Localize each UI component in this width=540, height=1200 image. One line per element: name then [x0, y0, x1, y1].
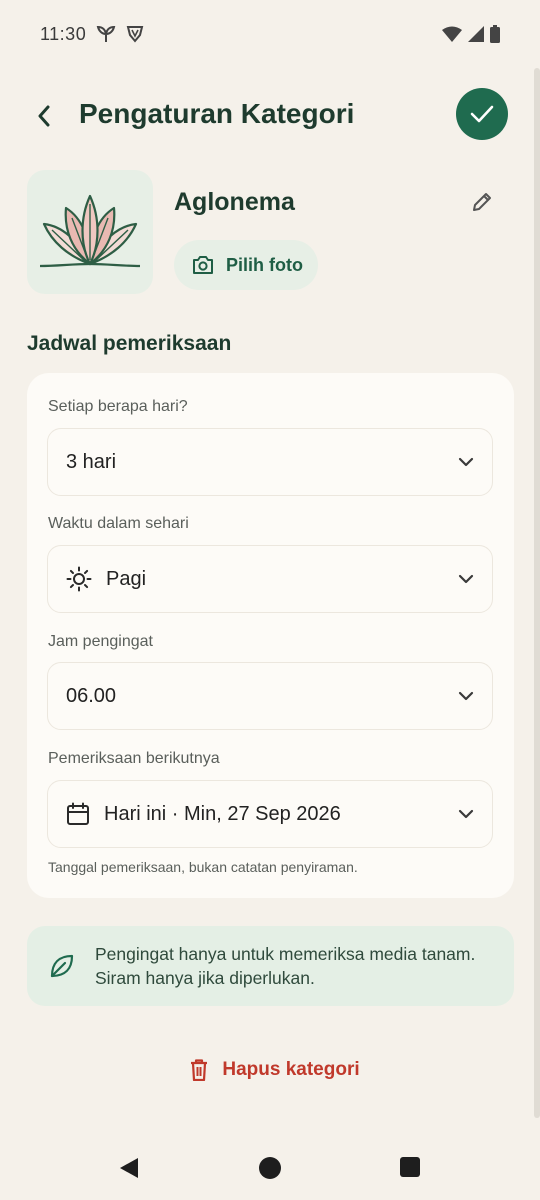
nav-home-icon[interactable] — [258, 1156, 282, 1180]
nav-back-icon[interactable] — [118, 1156, 140, 1180]
interval-dropdown[interactable]: 3 hari — [47, 428, 493, 496]
time-of-day-dropdown[interactable]: Pagi — [47, 545, 493, 613]
schedule-card: Setiap berapa hari? 3 hari Waktu dalam s… — [27, 373, 514, 898]
calendar-icon — [67, 802, 89, 825]
wifi-icon — [442, 26, 462, 42]
camera-icon — [193, 256, 213, 274]
battery-icon — [490, 25, 500, 43]
system-nav-bar — [0, 1134, 540, 1200]
info-banner: Pengingat hanya untuk memeriksa media ta… — [27, 926, 514, 1006]
leaf-icon — [50, 954, 74, 978]
info-line-1: Pengingat hanya untuk memeriksa media ta… — [95, 944, 476, 964]
chevron-down-icon — [458, 457, 474, 467]
chevron-down-icon — [458, 574, 474, 584]
helper-text: Tanggal pemeriksaan, bukan catatan penyi… — [48, 859, 358, 875]
check-icon — [470, 105, 494, 123]
info-text: Pengingat hanya untuk memeriksa media ta… — [95, 942, 475, 990]
interval-value: 3 hari — [66, 450, 117, 473]
app-bar: Pengaturan Kategori — [0, 88, 540, 144]
nav-recents-icon[interactable] — [399, 1156, 421, 1178]
time-of-day-label: Waktu dalam sehari — [48, 515, 189, 532]
next-check-dropdown[interactable]: Hari ini · Min, 27 Sep 2026 — [47, 780, 493, 848]
plant-notification-icon — [96, 25, 116, 42]
chevron-down-icon — [458, 691, 474, 701]
schedule-section-title: Jadwal pemeriksaan — [27, 332, 232, 355]
edit-name-button[interactable] — [464, 184, 500, 220]
aglonema-plant-icon — [39, 194, 141, 268]
time-of-day-value: Pagi — [106, 567, 147, 590]
cell-signal-icon — [468, 26, 484, 42]
next-check-value: Hari ini · Min, 27 Sep 2026 — [104, 802, 341, 825]
info-line-2: Siram hanya jika diperlukan. — [95, 968, 315, 988]
choose-photo-label: Pilih foto — [226, 254, 303, 275]
interval-label: Setiap berapa hari? — [48, 398, 188, 415]
next-check-label: Pemeriksaan berikutnya — [48, 750, 220, 767]
category-name: Aglonema — [174, 188, 295, 216]
status-bar: 11:30 — [0, 0, 540, 68]
scrollbar[interactable] — [534, 68, 540, 1118]
save-button[interactable] — [456, 88, 508, 140]
delete-category-label: Hapus kategori — [222, 1059, 360, 1080]
back-arrow-icon — [38, 105, 50, 127]
shield-notification-icon — [126, 26, 144, 43]
page-title: Pengaturan Kategori — [79, 98, 355, 129]
trash-icon — [191, 1059, 208, 1081]
category-photo[interactable] — [27, 170, 153, 294]
reminder-time-label: Jam pengingat — [48, 633, 153, 650]
reminder-time-dropdown[interactable]: 06.00 — [47, 662, 493, 730]
status-time: 11:30 — [40, 23, 87, 44]
sun-icon — [66, 566, 92, 592]
delete-category-button[interactable]: Hapus kategori — [180, 1046, 370, 1094]
back-button[interactable] — [24, 96, 64, 136]
choose-photo-button[interactable]: Pilih foto — [174, 240, 318, 290]
chevron-down-icon — [458, 809, 474, 819]
reminder-time-value: 06.00 — [66, 684, 117, 707]
pencil-icon — [473, 193, 491, 211]
